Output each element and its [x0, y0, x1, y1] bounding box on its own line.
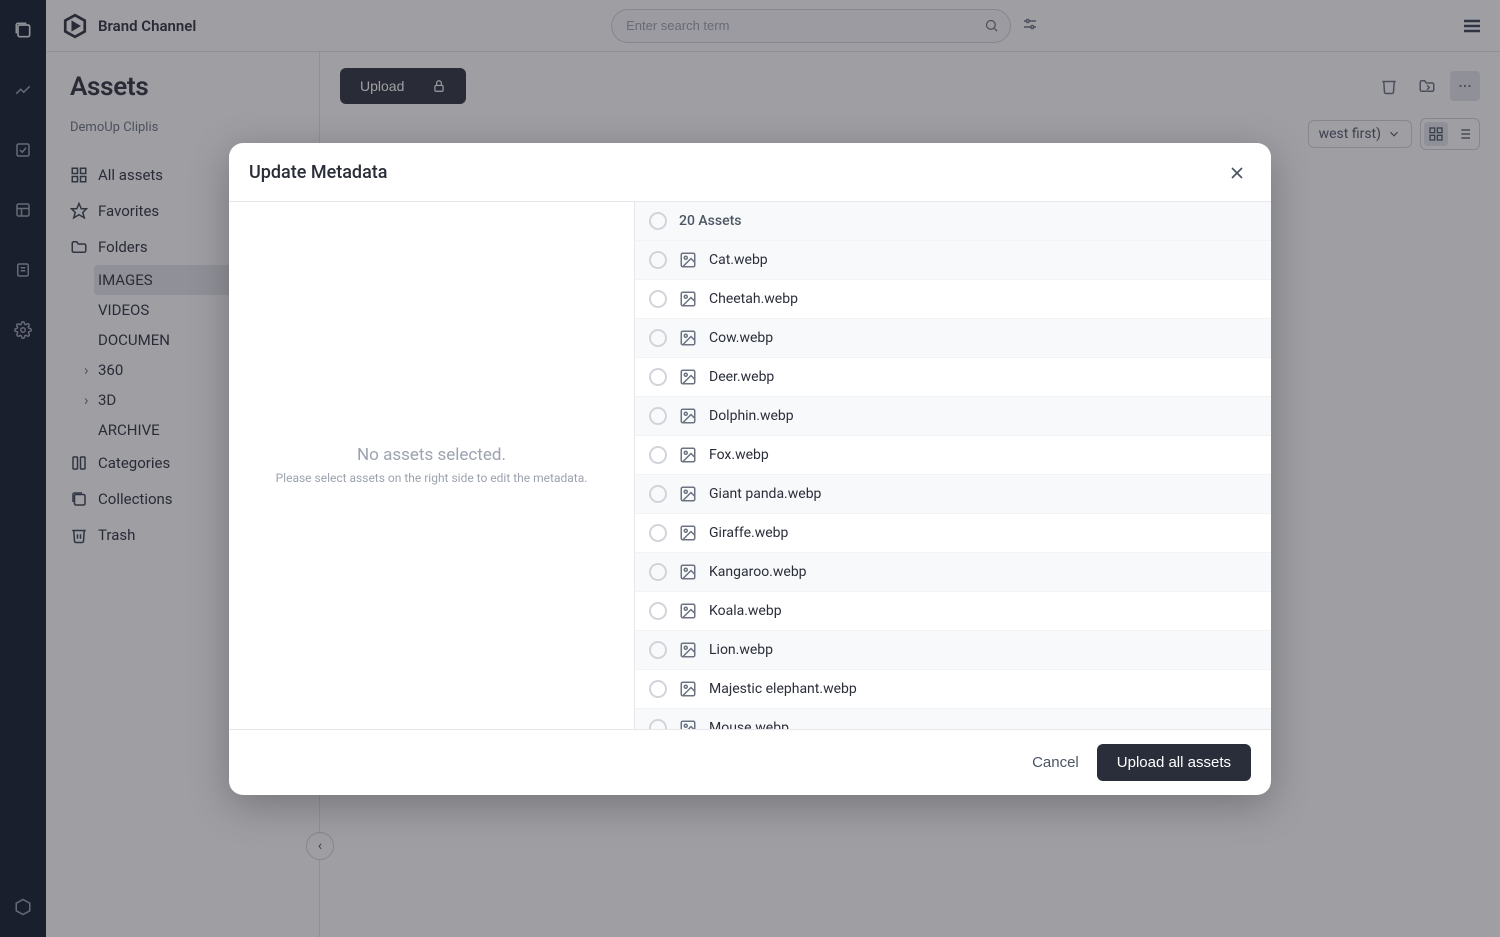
asset-radio[interactable]	[649, 368, 667, 386]
upload-all-button[interactable]: Upload all assets	[1097, 744, 1251, 781]
asset-filename: Fox.webp	[709, 447, 769, 463]
asset-row[interactable]: Lion.webp	[635, 631, 1271, 670]
asset-radio[interactable]	[649, 563, 667, 581]
asset-row[interactable]: Kangaroo.webp	[635, 553, 1271, 592]
asset-filename: Giraffe.webp	[709, 525, 788, 541]
modal-title: Update Metadata	[249, 162, 387, 183]
asset-filename: Koala.webp	[709, 603, 782, 619]
asset-radio[interactable]	[649, 602, 667, 620]
image-icon	[679, 251, 697, 269]
asset-row[interactable]: Majestic elephant.webp	[635, 670, 1271, 709]
select-all-radio[interactable]	[649, 212, 667, 230]
image-icon	[679, 680, 697, 698]
asset-filename: Cheetah.webp	[709, 291, 798, 307]
asset-radio[interactable]	[649, 446, 667, 464]
asset-row[interactable]: Fox.webp	[635, 436, 1271, 475]
image-icon	[679, 446, 697, 464]
asset-radio[interactable]	[649, 719, 667, 729]
asset-filename: Lion.webp	[709, 642, 773, 658]
empty-state: No assets selected. Please select assets…	[229, 202, 635, 729]
image-icon	[679, 407, 697, 425]
image-icon	[679, 485, 697, 503]
asset-filename: Deer.webp	[709, 369, 774, 385]
asset-filename: Cow.webp	[709, 330, 773, 346]
asset-row[interactable]: Giraffe.webp	[635, 514, 1271, 553]
asset-radio[interactable]	[649, 680, 667, 698]
asset-filename: Majestic elephant.webp	[709, 681, 857, 697]
asset-filename: Kangaroo.webp	[709, 564, 807, 580]
asset-row[interactable]: Dolphin.webp	[635, 397, 1271, 436]
asset-radio[interactable]	[649, 641, 667, 659]
asset-list-header[interactable]: 20 Assets	[635, 202, 1271, 241]
asset-radio[interactable]	[649, 251, 667, 269]
asset-filename: Mouse.webp	[709, 720, 789, 729]
image-icon	[679, 719, 697, 729]
asset-radio[interactable]	[649, 524, 667, 542]
asset-row[interactable]: Giant panda.webp	[635, 475, 1271, 514]
asset-row[interactable]: Cheetah.webp	[635, 280, 1271, 319]
asset-radio[interactable]	[649, 290, 667, 308]
asset-filename: Giant panda.webp	[709, 486, 821, 502]
image-icon	[679, 563, 697, 581]
image-icon	[679, 329, 697, 347]
empty-subtitle: Please select assets on the right side t…	[276, 471, 588, 485]
asset-row[interactable]: Mouse.webp	[635, 709, 1271, 729]
image-icon	[679, 524, 697, 542]
image-icon	[679, 602, 697, 620]
empty-title: No assets selected.	[357, 445, 506, 465]
asset-radio[interactable]	[649, 485, 667, 503]
asset-filename: Cat.webp	[709, 252, 768, 268]
asset-filename: Dolphin.webp	[709, 408, 794, 424]
asset-row[interactable]: Koala.webp	[635, 592, 1271, 631]
asset-radio[interactable]	[649, 329, 667, 347]
image-icon	[679, 290, 697, 308]
asset-radio[interactable]	[649, 407, 667, 425]
asset-row[interactable]: Cow.webp	[635, 319, 1271, 358]
cancel-button[interactable]: Cancel	[1032, 754, 1079, 771]
asset-count: 20 Assets	[679, 213, 741, 229]
image-icon	[679, 641, 697, 659]
update-metadata-modal: Update Metadata No assets selected. Plea…	[229, 143, 1271, 795]
modal-overlay: Update Metadata No assets selected. Plea…	[0, 0, 1500, 937]
asset-row[interactable]: Deer.webp	[635, 358, 1271, 397]
asset-row[interactable]: Cat.webp	[635, 241, 1271, 280]
image-icon	[679, 368, 697, 386]
close-icon[interactable]	[1223, 159, 1251, 187]
asset-list: 20 Assets Cat.webp Cheetah.webp Cow.webp Dee…	[635, 202, 1271, 729]
